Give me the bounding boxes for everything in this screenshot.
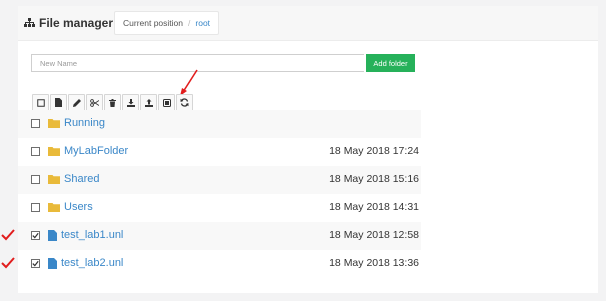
folder-icon	[48, 175, 60, 184]
row-checkbox[interactable]	[31, 119, 40, 128]
import-button[interactable]	[140, 94, 157, 111]
file-icon	[48, 230, 57, 241]
list-item[interactable]: Shared 18 May 2018 15:16	[18, 166, 421, 194]
list-item[interactable]: MyLabFolder 18 May 2018 17:24	[18, 138, 421, 166]
breadcrumb-separator: /	[188, 18, 191, 28]
breadcrumb-root-link[interactable]: root	[195, 18, 210, 28]
checkmark-annotation-icon	[1, 257, 15, 269]
refresh-icon	[180, 98, 189, 107]
download-icon	[126, 98, 135, 107]
sitemap-icon	[24, 18, 35, 28]
check-icon	[32, 232, 39, 239]
check-icon	[32, 260, 39, 267]
trash-icon	[109, 98, 116, 107]
square-icon	[36, 98, 45, 107]
title-text: File manager	[39, 16, 114, 30]
file-manager-panel: File manager Current position / root Add…	[1, 6, 598, 293]
folder-icon	[48, 147, 60, 156]
item-name[interactable]: test_lab1.unl	[61, 229, 123, 241]
page-title: File manager	[24, 16, 113, 30]
breadcrumb: Current position / root	[114, 11, 220, 35]
list-item[interactable]: Users 18 May 2018 14:31	[18, 194, 421, 222]
select-all-button[interactable]	[32, 94, 49, 111]
row-checkbox-checked[interactable]	[31, 259, 40, 268]
delete-button[interactable]	[104, 94, 121, 111]
item-date: 18 May 2018 17:24	[329, 145, 419, 157]
item-name[interactable]: Users	[64, 201, 93, 213]
item-name[interactable]: test_lab2.unl	[61, 257, 123, 269]
folder-icon	[48, 203, 60, 212]
item-name[interactable]: Running	[64, 117, 105, 129]
item-date: 18 May 2018 15:16	[329, 173, 419, 185]
export-button[interactable]	[122, 94, 139, 111]
hdd-icon	[162, 98, 171, 107]
folder-icon	[48, 119, 60, 128]
add-folder-button[interactable]: Add folder	[366, 54, 415, 72]
item-date: 18 May 2018 12:58	[329, 229, 419, 241]
list-item[interactable]: test_lab2.unl 18 May 2018 13:36	[1, 250, 421, 278]
file-icon	[48, 258, 57, 269]
item-name[interactable]: MyLabFolder	[64, 145, 128, 157]
cut-button[interactable]	[86, 94, 103, 111]
upload-button[interactable]	[158, 94, 175, 111]
item-name[interactable]: Shared	[64, 173, 99, 185]
item-date: 18 May 2018 14:31	[329, 201, 419, 213]
scissors-icon	[90, 98, 99, 107]
panel-header: File manager Current position / root	[18, 6, 598, 41]
pencil-icon	[72, 98, 81, 107]
upload-icon	[144, 98, 153, 107]
refresh-button[interactable]	[176, 94, 193, 111]
breadcrumb-label: Current position	[123, 18, 184, 28]
new-file-button[interactable]	[50, 94, 67, 111]
edit-button[interactable]	[68, 94, 85, 111]
file-icon	[55, 98, 62, 107]
list-item[interactable]: test_lab1.unl 18 May 2018 12:58	[1, 222, 421, 250]
row-checkbox[interactable]	[31, 147, 40, 156]
row-checkbox[interactable]	[31, 203, 40, 212]
item-date: 18 May 2018 13:36	[329, 257, 419, 269]
row-checkbox-checked[interactable]	[31, 231, 40, 240]
checkmark-annotation-icon	[1, 229, 15, 241]
file-toolbar	[32, 94, 193, 111]
list-item[interactable]: Running	[18, 110, 421, 138]
row-checkbox[interactable]	[31, 175, 40, 184]
